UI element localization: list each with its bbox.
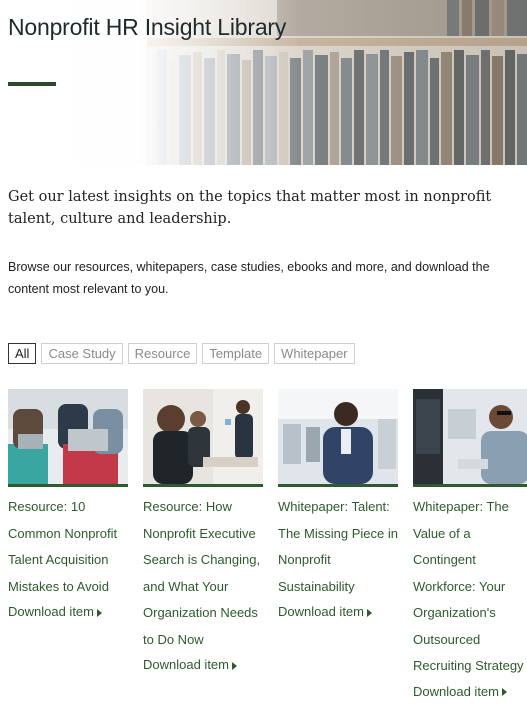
arrow-right-icon: [97, 608, 102, 617]
hero-banner: Nonprofit HR Insight Library: [0, 0, 527, 165]
download-link[interactable]: Download item: [413, 684, 507, 699]
card-title[interactable]: Resource: 10 Common Nonprofit Talent Acq…: [8, 494, 128, 600]
content-card[interactable]: Whitepaper: Talent: The Missing Piece in…: [278, 389, 398, 621]
card-title[interactable]: Whitepaper: The Value of a Contingent Wo…: [413, 494, 527, 680]
filter-case-study[interactable]: Case Study: [41, 343, 123, 364]
card-thumbnail-people-laptops[interactable]: [8, 389, 128, 487]
content-card[interactable]: Whitepaper: The Value of a Contingent Wo…: [413, 389, 527, 701]
card-title[interactable]: Whitepaper: Talent: The Missing Piece in…: [278, 494, 398, 600]
description-text: Browse our resources, whitepapers, case …: [8, 260, 490, 296]
download-label: Download item: [8, 604, 94, 619]
card-title[interactable]: Resource: How Nonprofit Executive Search…: [143, 494, 263, 653]
download-label: Download item: [413, 683, 499, 699]
download-label: Download item: [143, 657, 229, 672]
filter-all[interactable]: All: [8, 343, 37, 364]
card-thumbnail-office-man[interactable]: [278, 389, 398, 487]
download-link[interactable]: Download item: [143, 657, 237, 672]
card-thumbnail-man-computer[interactable]: [413, 389, 527, 487]
filter-whitepaper[interactable]: Whitepaper: [274, 343, 355, 364]
arrow-right-icon: [232, 661, 237, 670]
arrow-right-icon: [367, 608, 372, 617]
filter-resource[interactable]: Resource: [127, 343, 198, 364]
content-card[interactable]: Resource: How Nonprofit Executive Search…: [143, 389, 263, 674]
arrow-right-icon: [502, 688, 507, 697]
download-link[interactable]: Download item: [8, 604, 102, 619]
download-label: Download item: [278, 604, 364, 619]
download-link[interactable]: Download item: [278, 604, 372, 619]
page-title: Nonprofit HR Insight Library: [8, 14, 287, 40]
card-thumbnail-business-meeting[interactable]: [143, 389, 263, 487]
intro-text: Get our latest insights on the topics th…: [8, 189, 492, 227]
filter-template[interactable]: Template: [202, 343, 270, 364]
content-card[interactable]: Resource: 10 Common Nonprofit Talent Acq…: [8, 389, 128, 621]
title-underline: [8, 82, 56, 86]
filter-bar: All Case Study Resource Template Whitepa…: [8, 343, 355, 364]
